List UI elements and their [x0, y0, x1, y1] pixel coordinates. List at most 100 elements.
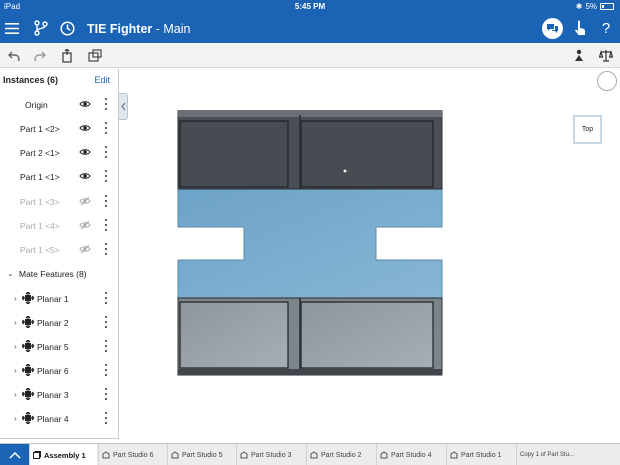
eye-hidden-icon[interactable] [79, 220, 91, 230]
more-options-icon[interactable] [104, 219, 108, 231]
tab-part-studio-5[interactable]: Part Studio 5 [167, 444, 236, 465]
planar-mate-icon [22, 388, 34, 400]
tab-label: Part Studio 4 [391, 451, 432, 459]
battery-percent: 5% [585, 2, 597, 11]
instance-label: Part 1 <4> [20, 221, 60, 231]
planar-mate-icon [22, 412, 34, 424]
more-options-icon[interactable] [104, 340, 108, 352]
more-options-icon[interactable] [104, 364, 108, 376]
more-options-icon[interactable] [104, 243, 108, 255]
tab-part-studio-3[interactable]: Part Studio 3 [236, 444, 306, 465]
mate-label: Planar 1 [37, 294, 69, 304]
more-options-icon[interactable] [104, 146, 108, 158]
eye-hidden-icon[interactable] [79, 196, 91, 206]
instance-row[interactable]: Part 1 <2> [0, 116, 118, 140]
chevron-right-icon[interactable]: › [14, 390, 17, 399]
edit-button[interactable]: Edit [94, 75, 110, 85]
tab-label: Part Studio 2 [321, 451, 362, 459]
more-options-icon[interactable] [104, 316, 108, 328]
insert-part-icon[interactable] [58, 47, 76, 64]
chevron-right-icon[interactable]: › [14, 366, 17, 375]
instance-row[interactable]: Origin [0, 92, 118, 116]
part-studio-icon [310, 451, 318, 459]
tab-manager-button[interactable] [0, 444, 29, 465]
instance-row[interactable]: Part 1 <5> [0, 237, 118, 261]
part-studio-icon [171, 451, 179, 459]
chevron-right-icon[interactable]: › [14, 414, 17, 423]
tab-part-studio-1[interactable]: Part Studio 1 [446, 444, 516, 465]
more-options-icon[interactable] [104, 292, 108, 304]
planar-mate-icon [22, 316, 34, 328]
mate-features-header[interactable]: ⌄ Mate Features (8) [0, 261, 118, 285]
planar-mate-icon [22, 340, 34, 352]
document-name: TIE Fighter [87, 22, 153, 36]
part-studio-icon [380, 451, 388, 459]
chevron-right-icon[interactable]: › [14, 318, 17, 327]
mate-row[interactable]: › Planar 5 [0, 334, 118, 358]
title-separator: - [152, 22, 164, 36]
mate-row[interactable]: › Planar 3 [0, 382, 118, 406]
instance-row[interactable]: Part 1 <4> [0, 213, 118, 237]
chevron-down-icon[interactable]: ⌄ [7, 269, 14, 278]
more-options-icon[interactable] [104, 98, 108, 110]
instance-label: Part 1 <5> [20, 245, 60, 255]
mate-row[interactable]: › Planar 1 [0, 286, 118, 310]
assembly-model[interactable] [119, 69, 620, 439]
mass-properties-icon[interactable] [597, 47, 615, 64]
tab-copy-1-of-part-studio[interactable]: Copy 1 of Part Stu... [516, 444, 587, 465]
eye-icon[interactable] [79, 147, 91, 157]
redo-icon[interactable] [31, 47, 49, 64]
view-orientation-icon[interactable] [597, 71, 617, 91]
graphics-viewport[interactable] [119, 69, 620, 439]
touch-mode-icon[interactable] [570, 18, 590, 38]
more-options-icon[interactable] [104, 388, 108, 400]
menu-icon[interactable] [2, 18, 22, 38]
instance-row[interactable]: Part 2 <1> [0, 140, 118, 164]
more-options-icon[interactable] [104, 170, 108, 182]
tab-label: Assembly 1 [44, 450, 86, 460]
tab-part-studio-6[interactable]: Part Studio 6 [98, 444, 167, 465]
instances-panel: Instances (6) Edit Origin Part 1 <2> Par… [0, 69, 119, 439]
toolbar [0, 43, 620, 68]
tab-part-studio-4[interactable]: Part Studio 4 [376, 444, 446, 465]
instance-label: Part 1 <3> [20, 197, 60, 207]
bluetooth-icon: ✱ [575, 2, 583, 11]
chevron-right-icon[interactable]: › [14, 342, 17, 351]
tab-label: Part Studio 5 [182, 451, 223, 459]
mate-row[interactable]: › Planar 6 [0, 358, 118, 382]
ios-status-bar: iPad 5:45 PM ✱ 5% [0, 0, 620, 14]
comments-icon[interactable] [542, 18, 563, 39]
chevron-right-icon[interactable]: › [14, 294, 17, 303]
mate-label: Planar 2 [37, 318, 69, 328]
instance-row[interactable]: Part 1 <1> [0, 164, 118, 188]
eye-icon[interactable] [79, 171, 91, 181]
status-right: ✱ 5% [576, 2, 614, 11]
document-title: TIE Fighter - Main [87, 22, 190, 36]
panel-title: Instances (6) [3, 75, 59, 85]
tab-assembly-1[interactable]: Assembly 1 [29, 444, 97, 465]
eye-hidden-icon[interactable] [79, 244, 91, 254]
undo-icon[interactable] [5, 47, 23, 64]
more-options-icon[interactable] [104, 412, 108, 424]
mate-row[interactable]: › Planar 2 [0, 310, 118, 334]
help-icon[interactable]: ? [596, 18, 616, 38]
document-tab-bar: Assembly 1 Part Studio 6 Part Studio 5 P… [0, 443, 620, 465]
more-options-icon[interactable] [104, 122, 108, 134]
part-studio-icon [240, 451, 248, 459]
center-part [177, 188, 443, 299]
history-icon[interactable] [57, 18, 77, 38]
instance-row[interactable]: Part 1 <3> [0, 189, 118, 213]
view-cube[interactable]: Top [573, 115, 602, 144]
measure-icon[interactable] [570, 47, 588, 64]
branch-icon[interactable] [31, 18, 51, 38]
mate-label: Planar 3 [37, 390, 69, 400]
more-options-icon[interactable] [104, 195, 108, 207]
mate-connector-icon[interactable] [86, 47, 104, 64]
eye-icon[interactable] [79, 123, 91, 133]
battery-icon [600, 3, 614, 10]
mate-label: Planar 6 [37, 366, 69, 376]
tab-part-studio-2[interactable]: Part Studio 2 [306, 444, 376, 465]
collapse-panel-handle[interactable] [119, 93, 128, 120]
eye-icon[interactable] [79, 99, 91, 109]
mate-row[interactable]: › Planar 4 [0, 406, 118, 430]
